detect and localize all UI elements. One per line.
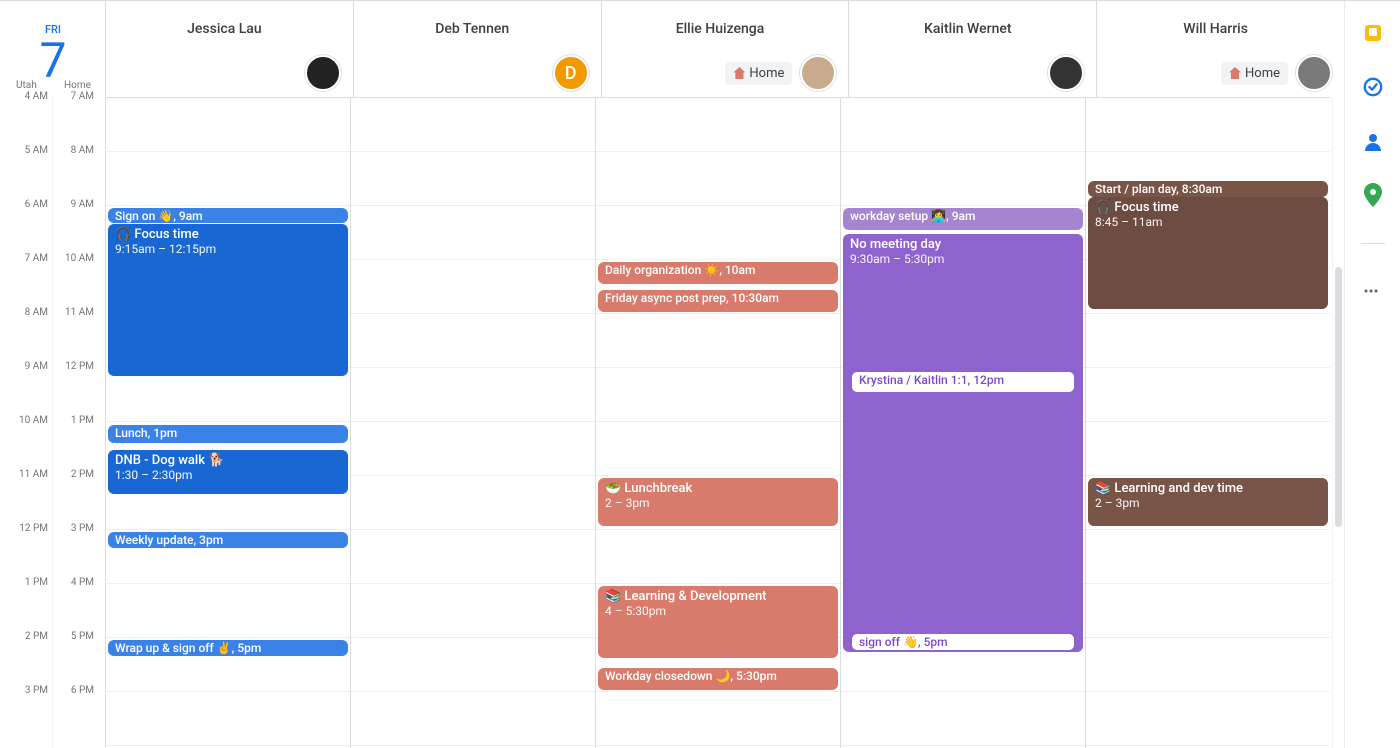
time-label-right: 4 PM [52, 577, 94, 588]
calendar-event[interactable]: Krystina / Kaitlin 1:1, 12pm [851, 371, 1075, 393]
time-label-right: 3 PM [52, 523, 94, 534]
calendar-event[interactable]: workday setup 👩‍💻, 9am [843, 208, 1083, 230]
calendar-event[interactable]: Start / plan day, 8:30am [1088, 181, 1328, 197]
calendar-event[interactable]: Friday async post prep, 10:30am [598, 290, 838, 312]
day-column[interactable]: Start / plan day, 8:30am🎧 Focus time8:45… [1085, 98, 1330, 748]
time-label-right: 11 AM [52, 307, 94, 318]
calendar-event[interactable]: 📚 Learning & Development4 – 5:30pm [598, 586, 838, 658]
calendar-event[interactable]: 🥗 Lunchbreak2 – 3pm [598, 478, 838, 526]
people-header: Jessica Lau Deb Tennen DEllie Huizenga H… [106, 1, 1344, 97]
calendar-event[interactable]: No meeting day9:30am – 5:30pm [843, 234, 1083, 652]
grid-body[interactable]: Sign on 👋, 9am🎧 Focus time9:15am – 12:15… [106, 97, 1330, 748]
time-label-left: 10 AM [6, 415, 48, 426]
time-label-right: 7 AM [52, 91, 94, 102]
avatar[interactable] [1048, 55, 1084, 91]
keep-icon[interactable] [1363, 23, 1383, 43]
calendar-event[interactable]: 🎧 Focus time9:15am – 12:15pm [108, 224, 348, 376]
calendar-event[interactable]: Weekly update, 3pm [108, 532, 348, 548]
person-name: Kaitlin Wernet [849, 21, 1086, 37]
person-header[interactable]: Jessica Lau [106, 1, 353, 97]
calendar-grid: Jessica Lau Deb Tennen DEllie Huizenga H… [106, 1, 1344, 748]
time-label-left: 12 PM [6, 523, 48, 534]
avatar[interactable] [305, 55, 341, 91]
time-label-right: 10 AM [52, 253, 94, 264]
time-label-left: 7 AM [6, 253, 48, 264]
day-column[interactable] [350, 98, 595, 748]
calendar-event[interactable]: Lunch, 1pm [108, 425, 348, 443]
time-label-left: 8 AM [6, 307, 48, 318]
home-icon [733, 67, 745, 79]
time-gutter: FRI 7 Utah Home 4 AM7 AM5 AM8 AM6 AM9 AM… [0, 1, 106, 748]
calendar-event[interactable]: Daily organization ☀️, 10am [598, 262, 838, 284]
day-number: 7 [40, 32, 67, 89]
maps-icon[interactable] [1363, 185, 1383, 205]
time-label-right: 8 AM [52, 145, 94, 156]
time-label-left: 5 AM [6, 145, 48, 156]
person-header[interactable]: Ellie Huizenga Home [601, 1, 849, 97]
get-addons-icon[interactable] [1363, 282, 1383, 302]
time-label-right: 1 PM [52, 415, 94, 426]
time-label-right: 9 AM [52, 199, 94, 210]
day-column[interactable]: workday setup 👩‍💻, 9am No meeting day9:30… [840, 98, 1085, 748]
time-label-left: 1 PM [6, 577, 48, 588]
date-header[interactable]: FRI 7 [0, 1, 106, 87]
time-label-right: 6 PM [52, 685, 94, 696]
person-name: Will Harris [1097, 21, 1334, 37]
person-header[interactable]: Will Harris Home [1096, 1, 1344, 97]
person-name: Jessica Lau [106, 21, 343, 37]
time-label-left: 9 AM [6, 361, 48, 372]
scrollbar[interactable] [1332, 97, 1344, 748]
tasks-icon[interactable] [1363, 77, 1383, 97]
calendar-event[interactable]: 🎧 Focus time8:45 – 11am [1088, 197, 1328, 309]
calendar-event[interactable]: 📚 Learning and dev time2 – 3pm [1088, 478, 1328, 526]
contacts-icon[interactable] [1363, 131, 1383, 151]
person-name: Deb Tennen [354, 21, 591, 37]
side-panel [1344, 1, 1400, 748]
time-label-left: 6 AM [6, 199, 48, 210]
time-label-right: 2 PM [52, 469, 94, 480]
person-header[interactable]: Deb Tennen D [353, 1, 601, 97]
time-label-left: 2 PM [6, 631, 48, 642]
time-label-left: 11 AM [6, 469, 48, 480]
time-label-left: 3 PM [6, 685, 48, 696]
home-icon [1229, 67, 1241, 79]
day-column[interactable]: Sign on 👋, 9am🎧 Focus time9:15am – 12:15… [106, 98, 350, 748]
location-chip[interactable]: Home [725, 62, 792, 85]
avatar[interactable]: D [553, 55, 589, 91]
calendar-event[interactable]: Wrap up & sign off ✌️, 5pm [108, 640, 348, 656]
calendar-event[interactable]: Workday closedown 🌙, 5:30pm [598, 668, 838, 690]
calendar-event[interactable]: DNB - Dog walk 🐕1:30 – 2:30pm [108, 450, 348, 494]
day-column[interactable]: Daily organization ☀️, 10am Friday async … [595, 98, 840, 748]
calendar-main: FRI 7 Utah Home 4 AM7 AM5 AM8 AM6 AM9 AM… [0, 1, 1344, 748]
avatar[interactable] [800, 55, 836, 91]
scrollbar-thumb[interactable] [1335, 267, 1342, 527]
calendar-event[interactable]: sign off 👋, 5pm [851, 633, 1075, 651]
person-header[interactable]: Kaitlin Wernet [848, 1, 1096, 97]
time-label-left: 4 AM [6, 91, 48, 102]
time-label-right: 5 PM [52, 631, 94, 642]
avatar[interactable] [1296, 55, 1332, 91]
time-label-right: 12 PM [52, 361, 94, 372]
location-chip[interactable]: Home [1221, 62, 1288, 85]
person-name: Ellie Huizenga [602, 21, 839, 37]
calendar-event[interactable]: Sign on 👋, 9am [108, 208, 348, 223]
